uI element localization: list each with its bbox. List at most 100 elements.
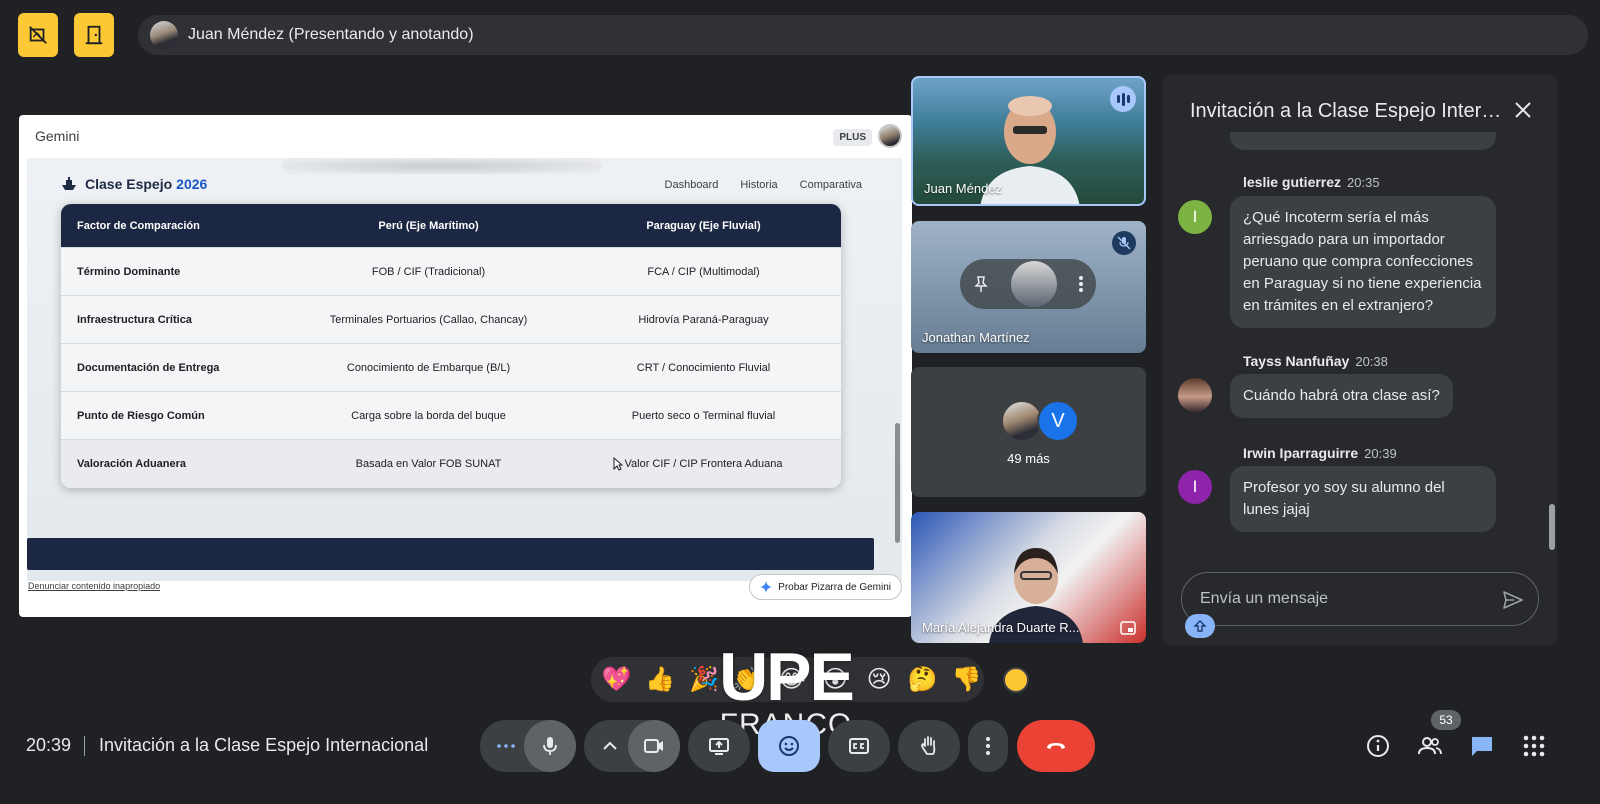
more-options-button[interactable] — [968, 720, 1008, 772]
reaction-joy[interactable]: 😂 — [774, 662, 809, 698]
captions-icon — [849, 738, 869, 754]
close-icon[interactable] — [1513, 100, 1533, 120]
annotation-off-icon — [29, 26, 47, 44]
table-cell: Documentación de Entrega — [77, 361, 220, 374]
more-audio-options-icon[interactable] — [494, 734, 518, 758]
participant-tile-juan[interactable]: Juan Méndez — [911, 76, 1146, 206]
table-cell: Infraestructura Crítica — [77, 313, 192, 326]
chat-message-field[interactable] — [1181, 572, 1539, 626]
door-icon — [85, 25, 103, 45]
table-cell: Valor CIF / CIP Frontera Aduana — [624, 458, 783, 470]
stop-annotation-button[interactable] — [18, 13, 58, 57]
ship-icon — [62, 177, 76, 190]
more-vert-icon — [986, 737, 990, 755]
exit-presentation-button[interactable] — [74, 13, 114, 57]
table-cell: Término Dominante — [77, 265, 181, 278]
raise-hand-button[interactable] — [898, 720, 960, 772]
message-bubble: Cuándo habrá otra clase así? — [1230, 374, 1453, 418]
nav-comparativa[interactable]: Comparativa — [800, 179, 862, 191]
mouse-cursor-icon — [613, 457, 623, 471]
message-time: 20:35 — [1347, 175, 1380, 190]
reaction-clap[interactable]: 👏 — [730, 662, 765, 698]
nav-historia[interactable]: Historia — [740, 179, 777, 191]
people-count-badge: 53 — [1431, 710, 1461, 730]
message-author: Irwin Iparraguirre — [1243, 445, 1359, 461]
reaction-sad[interactable]: 😢 — [862, 662, 897, 698]
reaction-thumbs-up[interactable]: 👍 — [643, 662, 678, 698]
message-avatar — [1178, 378, 1212, 412]
table-cell: FOB / CIF (Tradicional) — [371, 265, 486, 278]
canvas-scrollbar[interactable] — [895, 423, 900, 543]
microphone-icon — [543, 737, 557, 755]
raise-hand-icon — [921, 736, 936, 755]
meeting-info-icon[interactable] — [1365, 733, 1391, 759]
activities-grid-icon[interactable] — [1521, 733, 1547, 759]
try-canvas-label: Probar Pizarra de Gemini — [778, 581, 891, 593]
nav-dashboard[interactable]: Dashboard — [665, 179, 719, 191]
participant-tile-maria[interactable]: María Alejandra Duarte R... — [911, 512, 1146, 643]
divider — [84, 736, 85, 756]
reactions-bar: 💖 👍 🎉 👏 😂 😮 😢 🤔 👎 — [591, 657, 984, 702]
chat-icon[interactable] — [1469, 733, 1495, 759]
table-row: Infraestructura Crítica Terminales Portu… — [61, 296, 841, 344]
tile-hover-controls — [960, 259, 1096, 309]
site-nav: Clase Espejo 2026 Dashboard Historia Com… — [27, 166, 902, 204]
reaction-thinking[interactable]: 🤔 — [905, 662, 940, 698]
participant-tile-jonathan[interactable]: Jonathan Martínez — [911, 221, 1146, 353]
table-cell: Puerto seco o Terminal fluvial — [631, 409, 776, 422]
message-avatar: I — [1178, 200, 1212, 234]
message-author: Tayss Nanfuñay — [1243, 353, 1350, 369]
table-cell: Basada en Valor FOB SUNAT — [355, 458, 502, 470]
presenter-pill[interactable]: Juan Méndez (Presentando y anotando) — [138, 15, 1588, 55]
more-participants-tile[interactable]: V 49 más — [911, 367, 1146, 497]
hang-up-icon — [1047, 743, 1065, 749]
reaction-party[interactable]: 🎉 — [687, 662, 722, 698]
site-logo-year: 2026 — [176, 176, 208, 192]
scroll-to-latest-button[interactable] — [1185, 614, 1215, 638]
chat-title: Invitación a la Clase Espejo Intern... — [1190, 100, 1502, 122]
meeting-title: Invitación a la Clase Espejo Internacion… — [99, 735, 429, 755]
table-cell: Valoración Aduanera — [77, 458, 187, 470]
table-cell: Terminales Portuarios (Callao, Chancay) — [329, 313, 528, 326]
plus-badge: PLUS — [833, 129, 872, 146]
message-header: Tayss Nanfuñay 20:38 — [1243, 353, 1388, 369]
presenter-avatar — [150, 21, 178, 49]
picture-in-picture-icon[interactable] — [1120, 621, 1136, 635]
audio-controls — [480, 720, 576, 772]
message-bubble: Profesor yo soy su alumno del lunes jaja… — [1230, 466, 1496, 532]
reaction-heart[interactable]: 💖 — [599, 662, 634, 698]
table-row: Término Dominante FOB / CIF (Tradicional… — [61, 248, 841, 296]
reaction-surprised[interactable]: 😮 — [818, 662, 853, 698]
message-avatar: I — [1178, 470, 1212, 504]
captions-button[interactable] — [828, 720, 890, 772]
participant-name: María Alejandra Duarte R... — [922, 620, 1080, 635]
muted-mic-icon — [1112, 231, 1136, 255]
present-button[interactable] — [688, 720, 750, 772]
report-content-link[interactable]: Denunciar contenido inapropiado — [28, 581, 160, 591]
microphone-button[interactable] — [524, 720, 576, 772]
site-nav-links: Dashboard Historia Comparativa — [665, 179, 862, 191]
people-icon[interactable] — [1417, 733, 1443, 759]
camera-button[interactable] — [628, 720, 680, 772]
participant-avatar-initial: V — [1037, 400, 1079, 442]
pin-icon[interactable] — [972, 275, 990, 293]
chevron-up-icon[interactable] — [598, 734, 622, 758]
reactions-button[interactable] — [758, 720, 820, 772]
video-controls — [584, 720, 680, 772]
table-header-cell: Factor de Comparación — [77, 219, 200, 232]
message-time: 20:39 — [1364, 446, 1397, 461]
emoji-icon — [779, 736, 799, 756]
chat-scrollbar[interactable] — [1549, 504, 1555, 550]
participant-name: Jonathan Martínez — [922, 330, 1030, 345]
skin-tone-picker[interactable] — [1003, 667, 1029, 693]
chat-panel: Invitación a la Clase Espejo Intern... l… — [1163, 74, 1557, 646]
gemini-canvas: Clase Espejo 2026 Dashboard Historia Com… — [27, 158, 902, 581]
reaction-thumbs-down[interactable]: 👎 — [949, 662, 984, 698]
try-canvas-button[interactable]: Probar Pizarra de Gemini — [749, 574, 902, 600]
more-options-icon[interactable] — [1078, 275, 1084, 293]
meeting-clock: 20:39 — [26, 735, 72, 755]
chat-input[interactable] — [1200, 590, 1480, 608]
end-call-button[interactable] — [1017, 720, 1095, 772]
table-cell: Punto de Riesgo Común — [77, 409, 205, 422]
send-icon[interactable] — [1502, 589, 1524, 611]
